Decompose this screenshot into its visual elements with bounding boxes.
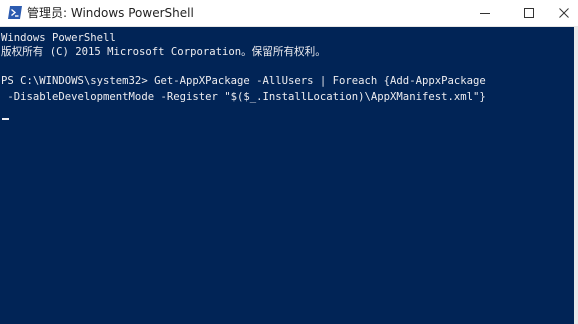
console-line-command: PS C:\WINDOWS\system32> Get-AppXPackage …: [1, 75, 486, 87]
vertical-scrollbar[interactable]: [574, 27, 578, 324]
console-line-command-continuation: -DisableDevelopmentMode -Register "$($_.…: [1, 91, 486, 103]
close-button[interactable]: [550, 0, 578, 26]
minimize-button[interactable]: [462, 0, 508, 26]
text-cursor: [2, 118, 9, 120]
title-bar[interactable]: 管理员: Windows PowerShell: [0, 0, 578, 27]
console-line-copyright: 版权所有 (C) 2015 Microsoft Corporation。保留所有…: [1, 46, 326, 58]
close-icon: [559, 8, 569, 18]
window-title: 管理员: Windows PowerShell: [27, 6, 194, 20]
powershell-icon: [8, 6, 22, 19]
maximize-button[interactable]: [506, 0, 552, 26]
maximize-icon: [524, 8, 534, 18]
minimize-icon: [480, 13, 490, 14]
powershell-window: 管理员: Windows PowerShell Windows PowerShe…: [0, 0, 578, 324]
console-line-header: Windows PowerShell: [1, 32, 116, 44]
console-output[interactable]: Windows PowerShell 版权所有 (C) 2015 Microso…: [0, 27, 574, 324]
